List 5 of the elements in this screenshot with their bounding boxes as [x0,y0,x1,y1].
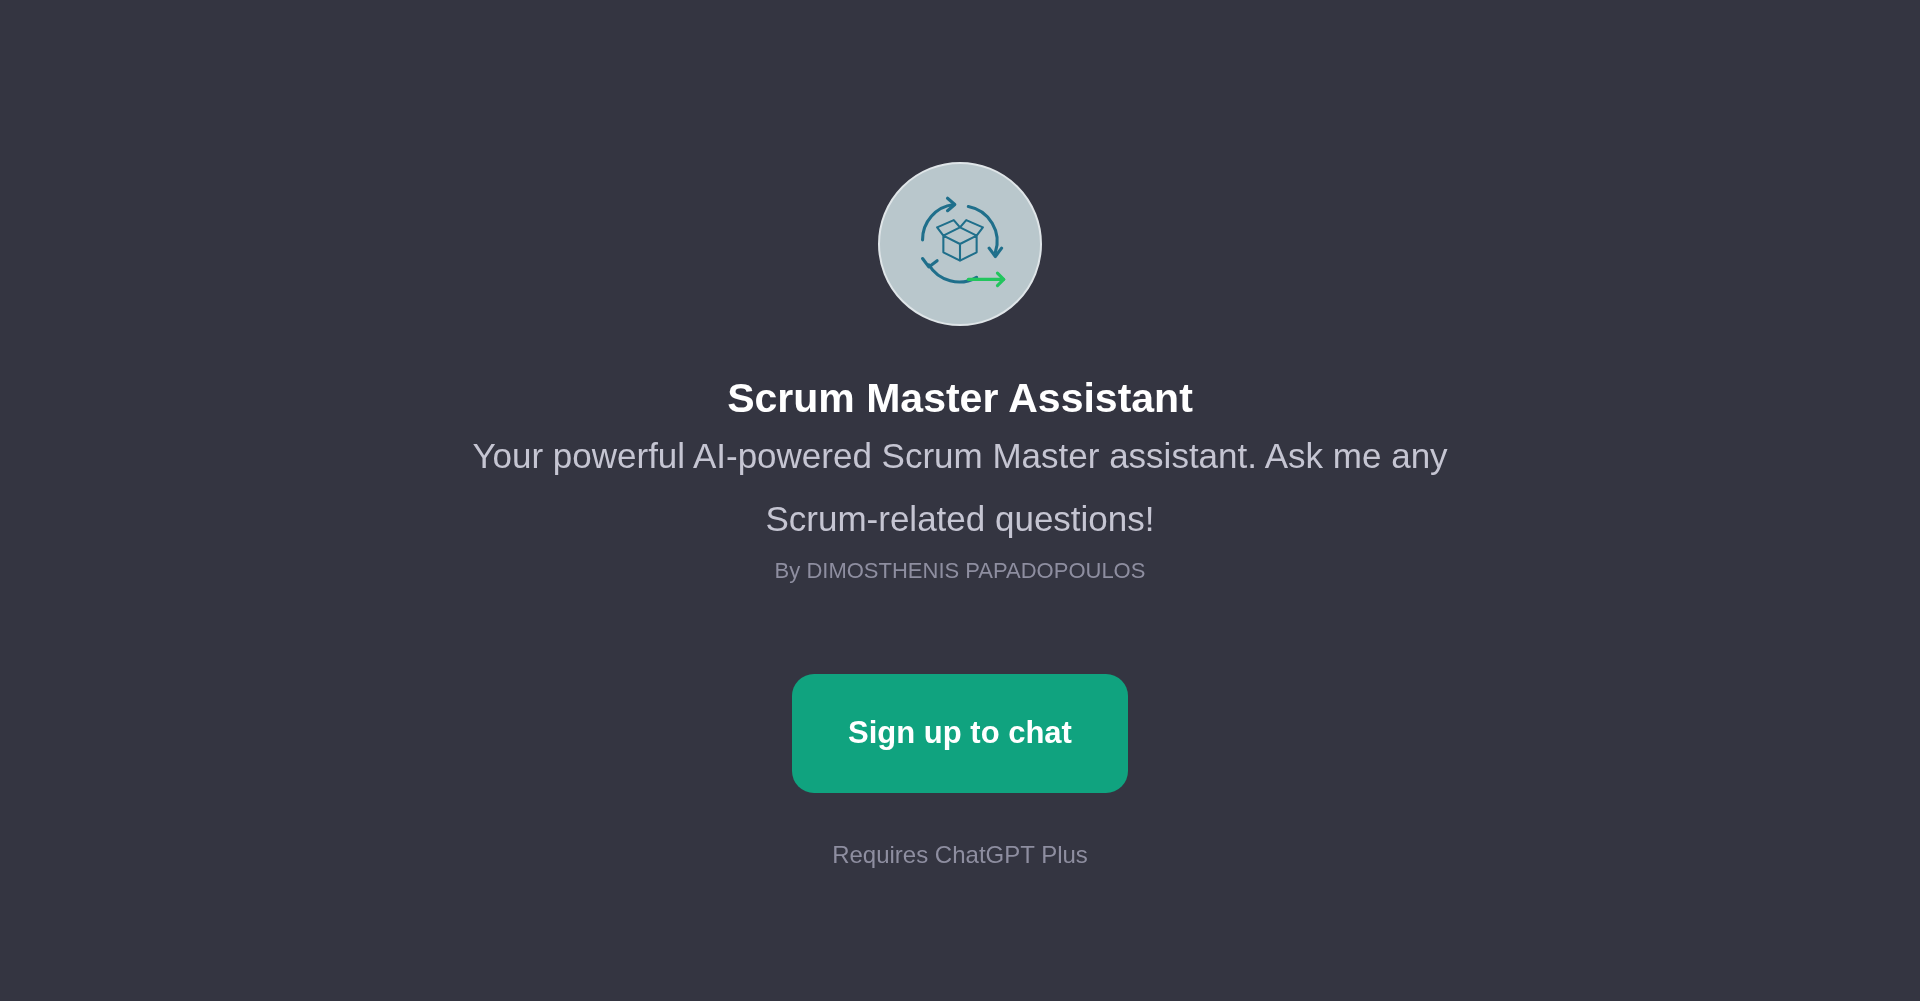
sign-up-button[interactable]: Sign up to chat [792,674,1128,793]
gpt-title: Scrum Master Assistant [727,374,1193,423]
author-text: By DIMOSTHENIS PAPADOPOULOS [774,557,1146,585]
requirement-text: Requires ChatGPT Plus [832,840,1088,870]
gpt-description: Your powerful AI-powered Scrum Master assistant. Ask me any Scrum-related questions! [471,435,1449,540]
